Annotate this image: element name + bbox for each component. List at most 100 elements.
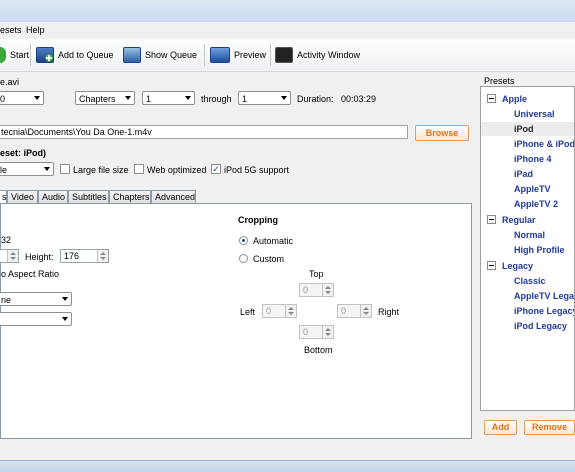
preset-item[interactable]: iPod Legacy — [514, 321, 567, 331]
toolbar-separator — [30, 44, 31, 66]
status-strip — [0, 460, 575, 472]
chevron-down-icon — [62, 297, 68, 301]
preset-group-regular[interactable]: Regular — [487, 214, 536, 225]
ipod-5g-checkbox[interactable]: ✓ — [211, 164, 221, 174]
crop-right-stepper[interactable]: 0 — [337, 304, 372, 318]
anamorphic-value: ne — [1, 295, 12, 305]
stepper-arrows-icon[interactable] — [322, 326, 333, 338]
container-select[interactable]: le — [0, 162, 54, 176]
web-optimized-label: Web optimized — [147, 165, 207, 175]
preset-group-legacy[interactable]: Legacy — [487, 260, 533, 271]
presets-title: Presets — [484, 76, 515, 86]
preview-button[interactable]: Preview — [210, 46, 266, 64]
chevron-down-icon — [281, 96, 287, 100]
height-stepper[interactable]: 176 — [60, 249, 109, 263]
chapter-end-value: 1 — [242, 94, 248, 104]
activity-window-button[interactable]: Activity Window — [275, 46, 360, 64]
tab-chapters[interactable]: Chapters — [109, 190, 151, 204]
crop-left-label: Left — [240, 307, 256, 317]
toolbar: Start Add to Queue Show Queue Preview Ac… — [0, 39, 575, 72]
add-to-queue-label: Add to Queue — [58, 50, 114, 60]
output-preset-label: eset: iPod) — [0, 148, 47, 158]
web-optimized-checkbox[interactable] — [134, 164, 144, 174]
title-select[interactable]: 0 — [0, 91, 44, 105]
start-button[interactable]: Start — [0, 46, 29, 64]
play-icon — [0, 47, 6, 63]
browse-button[interactable]: Browse — [415, 125, 469, 141]
chapter-start-select[interactable]: 1 — [142, 91, 195, 105]
chevron-down-icon — [44, 167, 50, 171]
large-file-size-checkbox[interactable] — [60, 164, 70, 174]
height-value: 176 — [64, 251, 80, 261]
crop-left-value: 0 — [266, 306, 272, 316]
chapter-start-value: 1 — [146, 94, 152, 104]
cropping-title: Cropping — [238, 215, 278, 225]
crop-bottom-stepper[interactable]: 0 — [299, 325, 334, 339]
stepper-arrows-icon[interactable] — [285, 305, 296, 317]
preset-item[interactable]: iPhone Legacy — [514, 306, 574, 316]
preset-item[interactable]: iPhone & iPod — [514, 139, 574, 149]
menu-help[interactable]: Help — [26, 25, 45, 35]
preset-item[interactable]: AppleTV Legacy — [514, 291, 574, 301]
source-file-label: e.avi — [0, 77, 20, 87]
width-stepper[interactable] — [0, 249, 19, 263]
chevron-down-icon — [62, 317, 68, 321]
preset-item[interactable]: AppleTV — [514, 184, 551, 194]
preset-item-selected[interactable]: iPod — [481, 122, 574, 136]
modulus-select[interactable] — [0, 312, 72, 326]
crop-automatic-radio[interactable] — [239, 236, 248, 245]
crop-bottom-value: 0 — [303, 327, 309, 337]
collapse-icon[interactable] — [487, 94, 496, 103]
preset-group-label: Regular — [502, 215, 536, 225]
preset-item[interactable]: AppleTV 2 — [514, 199, 558, 209]
crop-right-label: Right — [378, 307, 400, 317]
stepper-arrows-icon[interactable] — [360, 305, 371, 317]
chapters-mode-select[interactable]: Chapters — [75, 91, 135, 105]
preset-item[interactable]: Classic — [514, 276, 546, 286]
crop-right-value: 0 — [341, 306, 347, 316]
tab-audio[interactable]: Audio — [38, 190, 68, 204]
menu-presets[interactable]: esets — [0, 25, 22, 35]
show-queue-button[interactable]: Show Queue — [123, 46, 197, 64]
crop-custom-radio[interactable] — [239, 254, 248, 263]
preset-item[interactable]: Universal — [514, 109, 555, 119]
crop-top-label: Top — [309, 269, 324, 279]
title-select-value: 0 — [0, 94, 6, 104]
presets-tree: Apple Universal iPod iPhone & iPod iPhon… — [480, 86, 575, 411]
preset-group-apple[interactable]: Apple — [487, 93, 527, 104]
picture-settings-panel: 32 Height: 176 o Aspect Ratio ne Croppin… — [0, 203, 472, 439]
collapse-icon[interactable] — [487, 261, 496, 270]
tab-advanced[interactable]: Advanced — [151, 190, 196, 204]
destination-path-value: tecnia\Documents\You Da One-1.m4v — [1, 127, 152, 137]
container-value: le — [0, 165, 8, 175]
crop-left-stepper[interactable]: 0 — [262, 304, 297, 318]
activity-window-label: Activity Window — [297, 50, 361, 60]
tab-video[interactable]: Video — [7, 190, 38, 204]
remove-preset-button[interactable]: Remove — [524, 420, 575, 435]
crop-bottom-label: Bottom — [304, 345, 333, 355]
stepper-arrows-icon[interactable] — [322, 284, 333, 296]
toolbar-separator — [270, 44, 271, 66]
stepper-arrows-icon[interactable] — [7, 250, 18, 262]
preset-item[interactable]: iPhone 4 — [514, 154, 552, 164]
through-label: through — [201, 94, 232, 104]
preview-icon — [210, 47, 230, 63]
destination-path-field[interactable]: tecnia\Documents\You Da One-1.m4v — [0, 125, 408, 139]
add-preset-button[interactable]: Add — [484, 420, 517, 435]
crop-top-stepper[interactable]: 0 — [299, 283, 334, 297]
preset-item[interactable]: High Profile — [514, 245, 565, 255]
chapters-mode-value: Chapters — [79, 94, 116, 104]
collapse-icon[interactable] — [487, 215, 496, 224]
tab-subtitles[interactable]: Subtitles — [68, 190, 109, 204]
anamorphic-select[interactable]: ne — [0, 292, 72, 306]
width-value-partial: 32 — [1, 235, 12, 245]
preset-item[interactable]: iPad — [514, 169, 533, 179]
chapter-end-select[interactable]: 1 — [238, 91, 291, 105]
stepper-arrows-icon[interactable] — [97, 250, 108, 262]
toolbar-separator — [204, 44, 205, 66]
add-to-queue-button[interactable]: Add to Queue — [36, 46, 114, 64]
duration-value: 00:03:29 — [341, 94, 377, 104]
preset-item[interactable]: Normal — [514, 230, 545, 240]
crop-automatic-label: Automatic — [253, 236, 294, 246]
chevron-down-icon — [125, 96, 131, 100]
